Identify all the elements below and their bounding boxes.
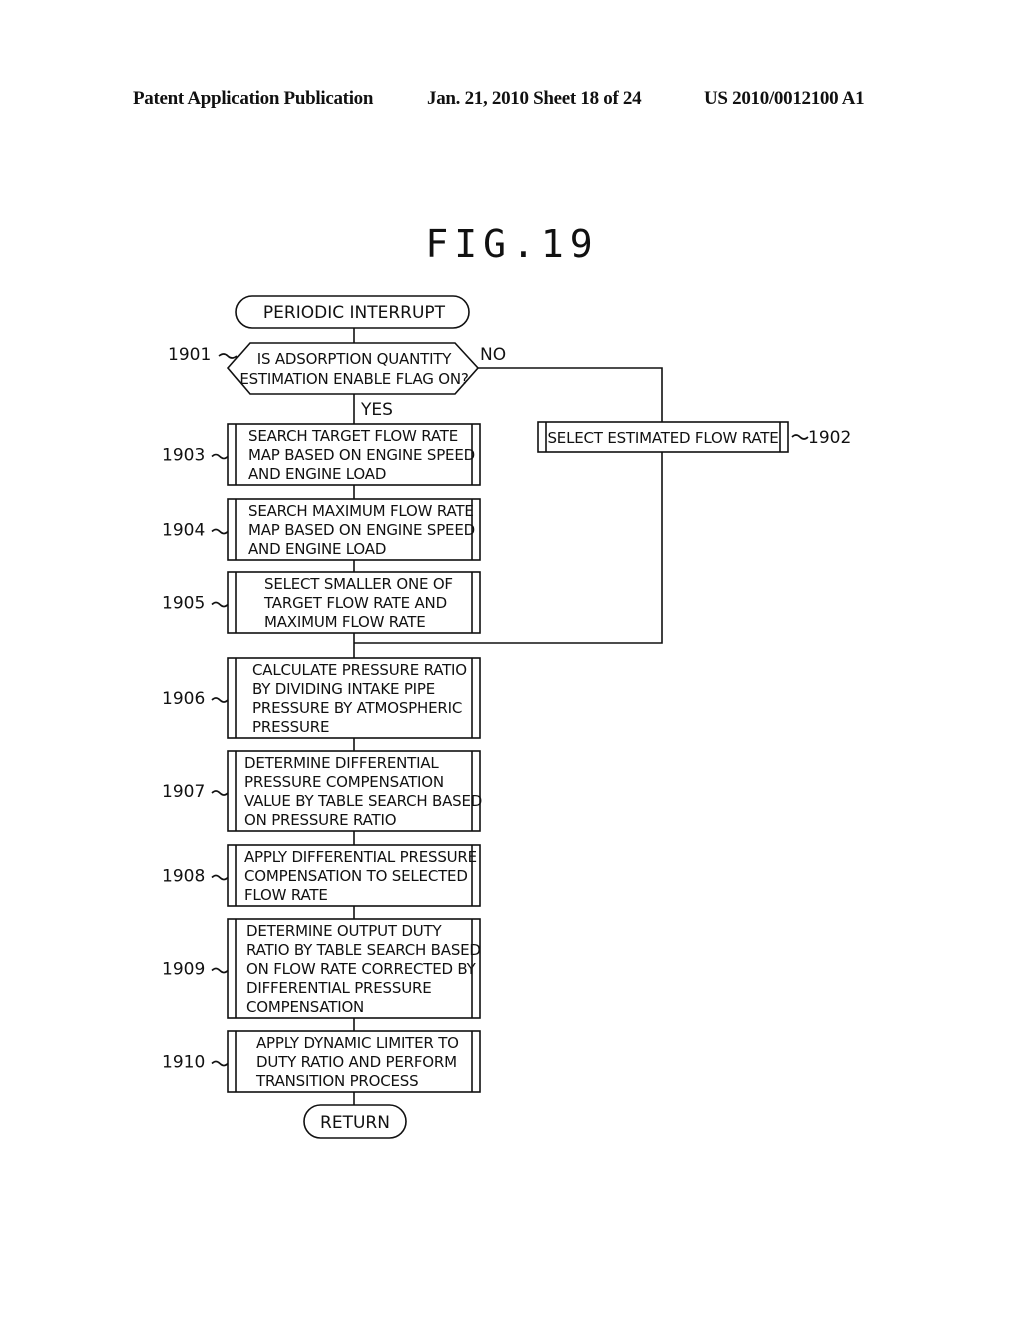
flowchart: PERIODIC INTERRUPT IS ADSORPTION QUANTITY… [162, 295, 851, 1139]
process-text-1909-line-2: RATIO BY TABLE SEARCH BASED [246, 941, 481, 959]
leader-tilde [791, 434, 809, 440]
process-text-1904-line-3: AND ENGINE LOAD [248, 540, 386, 558]
ref-1905: 1905 [162, 594, 205, 614]
leader-tilde [211, 528, 229, 535]
process-text-1910-line-1: APPLY DYNAMIC LIMITER TO [256, 1034, 459, 1052]
leader-tilde [211, 790, 229, 796]
ref-1903: 1903 [162, 446, 205, 466]
decision-line-1: IS ADSORPTION QUANTITY [257, 350, 453, 368]
process-text-1904-line-2: MAP BASED ON ENGINE SPEED [248, 521, 475, 539]
end-label: RETURN [320, 1113, 390, 1133]
start-label: PERIODIC INTERRUPT [263, 303, 446, 323]
ref-1901: 1901 [168, 345, 211, 365]
process-text-1907-line-4: ON PRESSURE RATIO [244, 811, 396, 829]
process-text-1905-line-1: SELECT SMALLER ONE OF [264, 575, 453, 593]
process-text-1906-line-4: PRESSURE [252, 718, 329, 736]
process-text-1909-line-3: ON FLOW RATE CORRECTED BY [246, 960, 477, 978]
process-text-1906-line-1: CALCULATE PRESSURE RATIO [252, 661, 467, 679]
ref-1909: 1909 [162, 960, 205, 980]
process-text-1903-line-3: AND ENGINE LOAD [248, 465, 386, 483]
leader-tilde [211, 697, 229, 703]
process-text-1903-line-1: SEARCH TARGET FLOW RATE [248, 427, 458, 445]
process-text-1907-line-3: VALUE BY TABLE SEARCH BASED [244, 792, 482, 810]
ref-1904: 1904 [162, 521, 205, 541]
decision-line-2: ESTIMATION ENABLE FLAG ON? [239, 370, 468, 388]
process-text-1905-line-2: TARGET FLOW RATE AND [263, 594, 447, 612]
leader-tilde [218, 353, 238, 359]
process-text-1908-line-3: FLOW RATE [244, 886, 328, 904]
process-text-1907-line-1: DETERMINE DIFFERENTIAL [244, 754, 439, 772]
ref-1902: 1902 [808, 428, 851, 448]
process-text-1905-line-3: MAXIMUM FLOW RATE [264, 613, 426, 631]
process-text-1907-line-2: PRESSURE COMPENSATION [244, 773, 444, 791]
leader-tilde [211, 601, 229, 608]
process-text-1909-line-5: COMPENSATION [246, 998, 364, 1016]
process-text-1908-line-2: COMPENSATION TO SELECTED [244, 867, 468, 885]
no-branch-line [478, 367, 663, 422]
process-text-1906-line-2: BY DIVIDING INTAKE PIPE [252, 680, 435, 698]
leader-tilde [211, 874, 229, 881]
ref-1906: 1906 [162, 689, 205, 709]
process-text-1903-line-2: MAP BASED ON ENGINE SPEED [248, 446, 475, 464]
process-text-1902: SELECT ESTIMATED FLOW RATE [547, 429, 778, 447]
leader-tilde [211, 1060, 229, 1067]
leader-tilde [211, 967, 229, 974]
process-text-1909-line-1: DETERMINE OUTPUT DUTY [246, 922, 443, 940]
yes-label: YES [360, 400, 393, 420]
process-text-1908-line-1: APPLY DIFFERENTIAL PRESSURE [244, 848, 477, 866]
process-text-1910-line-2: DUTY RATIO AND PERFORM [256, 1053, 457, 1071]
leader-tilde [211, 453, 229, 460]
no-label: NO [480, 345, 506, 365]
process-text-1909-line-4: DIFFERENTIAL PRESSURE [246, 979, 431, 997]
ref-1908: 1908 [162, 867, 205, 887]
ref-1910: 1910 [162, 1053, 205, 1073]
process-text-1904-line-1: SEARCH MAXIMUM FLOW RATE [248, 502, 474, 520]
ref-1907: 1907 [162, 782, 205, 802]
process-text-1906-line-3: PRESSURE BY ATMOSPHERIC [252, 699, 462, 717]
process-text-1910-line-3: TRANSITION PROCESS [255, 1072, 418, 1090]
